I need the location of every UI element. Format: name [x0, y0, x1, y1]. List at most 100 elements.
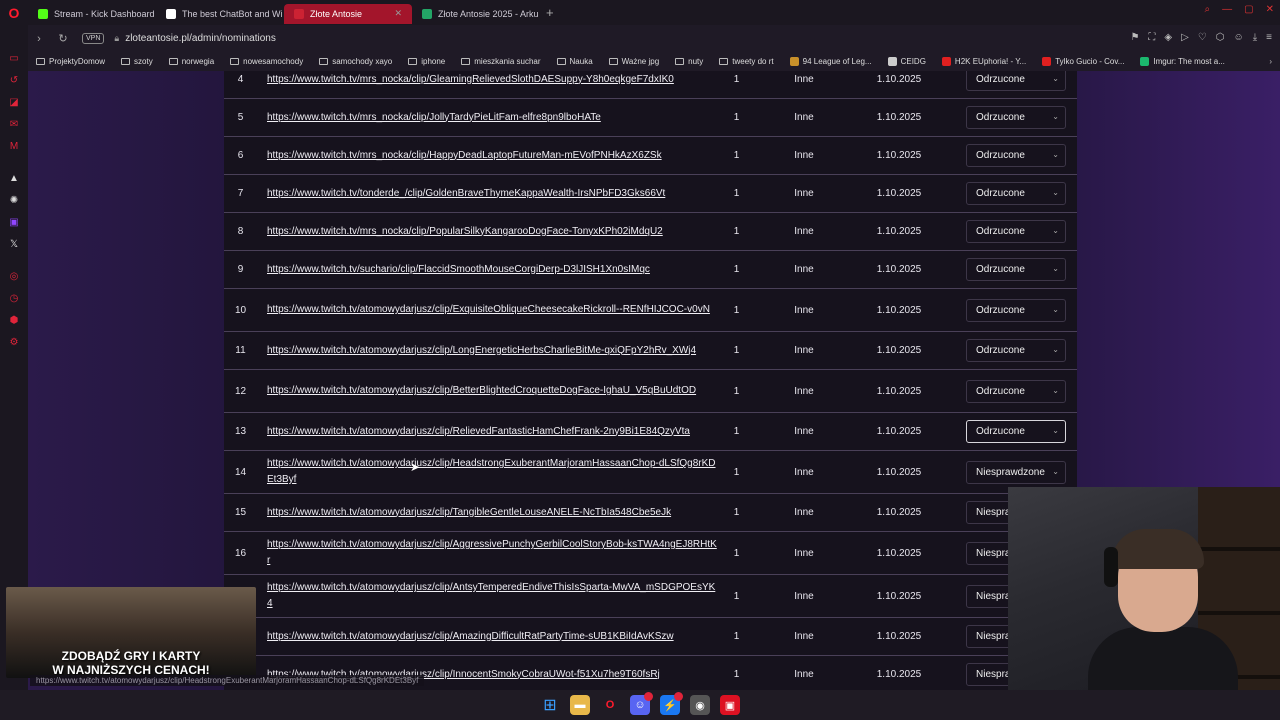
clock-icon[interactable]: ◷ — [8, 293, 20, 305]
bookmark-item[interactable]: szoty — [113, 57, 161, 66]
clip-link[interactable]: https://www.twitch.tv/mrs_nocka/clip/Gle… — [267, 72, 674, 88]
clip-link[interactable]: https://www.twitch.tv/atomowydarjusz/cli… — [267, 383, 696, 399]
app-icon[interactable]: ▣ — [720, 695, 740, 715]
profile-icon[interactable]: ☺ — [1234, 32, 1244, 43]
opera-logo-icon[interactable]: O — [0, 0, 28, 25]
clip-link[interactable]: https://www.twitch.tv/mrs_nocka/clip/Jol… — [267, 110, 601, 126]
status-select[interactable]: Niesprawdzone ⌄ — [966, 460, 1066, 484]
row-index: 14 — [234, 466, 247, 478]
shield-icon[interactable]: ◈ — [1164, 32, 1172, 43]
clip-link[interactable]: https://www.twitch.tv/atomowydarjusz/cli… — [267, 424, 690, 440]
table-row: 8 https://www.twitch.tv/mrs_nocka/clip/Po… — [224, 213, 1077, 251]
download-icon[interactable]: ⤓ — [1253, 32, 1257, 43]
history-icon[interactable]: ↺ — [8, 75, 20, 87]
play-icon[interactable]: ▷ — [1181, 32, 1189, 43]
bookmark-item[interactable]: Ważne jpg — [601, 57, 668, 66]
bookmark-item[interactable]: mieszkania suchar — [453, 57, 548, 66]
clip-link[interactable]: https://www.twitch.tv/atomowydarjusz/cli… — [267, 343, 696, 359]
bookmark-label: 94 League of Leg... — [802, 57, 872, 66]
bookmark-item[interactable]: tweety do rt — [711, 57, 781, 66]
wallet-icon[interactable]: ▭ — [8, 53, 20, 65]
clip-link[interactable]: https://www.twitch.tv/atomowydarjusz/cli… — [267, 629, 674, 645]
clip-link[interactable]: https://www.twitch.tv/atomowydarjusz/cli… — [267, 537, 717, 569]
discord-icon[interactable]: ☺ — [630, 692, 653, 715]
cube-icon[interactable]: ⬢ — [8, 315, 20, 327]
close-icon[interactable]: ✕ — [1266, 4, 1274, 15]
tab-1[interactable]: Stream - Kick Dashboard — [28, 4, 156, 24]
clip-link[interactable]: https://www.twitch.tv/atomowydarjusz/cli… — [267, 505, 671, 521]
messenger-taskbar-icon[interactable]: ⚡ — [660, 692, 683, 715]
bookmark-item[interactable]: nuty — [667, 57, 711, 66]
heart-icon[interactable]: ♡ — [1198, 32, 1207, 43]
clip-link[interactable]: https://www.twitch.tv/tonderde_/clip/Gol… — [267, 186, 665, 202]
chatgpt-icon[interactable]: ✺ — [8, 195, 20, 207]
clip-link[interactable]: https://www.twitch.tv/atomowydarjusz/cli… — [267, 302, 710, 318]
mail-icon[interactable]: M — [8, 141, 20, 153]
windows-start-icon[interactable]: ⊞ — [540, 695, 560, 715]
status-select[interactable]: Odrzucone ⌄ — [966, 258, 1066, 281]
obs-icon[interactable]: ◉ — [690, 695, 710, 715]
lock-icon[interactable]: 🔒︎ — [114, 33, 119, 44]
extensions-icon[interactable]: ⬡ — [1216, 32, 1225, 43]
maximize-icon[interactable]: ▢ — [1244, 4, 1253, 15]
bookmark-icon[interactable]: ⚑ — [1130, 32, 1139, 43]
snapshot-icon[interactable]: ⛶ — [1148, 32, 1155, 43]
status-select[interactable]: Odrzucone ⌄ — [966, 182, 1066, 205]
new-tab-button[interactable]: + — [540, 5, 560, 20]
status-select[interactable]: Odrzucone ⌄ — [966, 220, 1066, 243]
folder-icon — [675, 58, 685, 65]
bookmark-item[interactable]: samochody xayo — [311, 57, 400, 66]
clip-link-cell: https://www.twitch.tv/suchario/clip/Flac… — [267, 251, 717, 288]
bookmark-item[interactable]: Nauka — [549, 57, 601, 66]
bookmarks-more-icon[interactable]: › — [1269, 57, 1280, 66]
tab-4[interactable]: Złote Antosie 2025 - Arku — [412, 4, 540, 24]
vote-count: 1 — [733, 188, 740, 199]
clip-link[interactable]: https://www.twitch.tv/mrs_nocka/clip/Hap… — [267, 148, 662, 164]
forward-icon[interactable]: › — [30, 33, 48, 45]
bookmark-item[interactable]: nowesamochody — [222, 57, 311, 66]
search-icon[interactable]: ⌕ — [1205, 4, 1211, 15]
status-value: Odrzucone — [976, 188, 1025, 199]
messenger-icon[interactable]: ✉ — [8, 119, 20, 131]
status-select[interactable]: Odrzucone ⌄ — [966, 144, 1066, 167]
bookmark-item[interactable]: H2K EUphoria! - Y... — [934, 57, 1034, 66]
status-select[interactable]: Odrzucone ⌄ — [966, 106, 1066, 129]
status-select[interactable]: Odrzucone ⌄ — [966, 379, 1066, 403]
tab-close-icon[interactable]: ✕ — [394, 8, 402, 19]
clip-link[interactable]: https://www.twitch.tv/atomowydarjusz/cli… — [267, 456, 717, 488]
vpn-badge[interactable]: VPN — [82, 33, 105, 44]
player-icon[interactable]: ◎ — [8, 271, 20, 283]
bookmark-item[interactable]: CEIDG — [880, 57, 934, 66]
bookmark-item[interactable]: 94 League of Leg... — [782, 57, 880, 66]
tab-3[interactable]: Złote Antosie ✕ — [284, 3, 412, 24]
folder-icon — [319, 58, 329, 65]
reload-icon[interactable]: ↻ — [54, 32, 72, 45]
file-explorer-icon[interactable]: ▬ — [570, 695, 590, 715]
aria-icon[interactable]: ▲ — [8, 173, 20, 185]
minimize-icon[interactable]: — — [1222, 4, 1232, 15]
bookmark-label: tweety do rt — [732, 57, 774, 66]
status-select[interactable]: Odrzucone ⌄ — [966, 339, 1066, 362]
clip-link[interactable]: https://www.twitch.tv/mrs_nocka/clip/Pop… — [267, 224, 663, 240]
twitch-icon[interactable]: ▣ — [8, 217, 20, 229]
status-select[interactable]: Odrzucone ⌄ — [966, 71, 1066, 91]
url-field[interactable]: zloteantosie.pl/admin/nominations — [125, 33, 276, 44]
bookmark-item[interactable]: iphone — [400, 57, 453, 66]
tab-2[interactable]: The best ChatBot and Wi — [156, 4, 284, 24]
status-select[interactable]: Odrzucone ⌄ — [966, 298, 1066, 322]
bookmark-item[interactable]: Tylko Gucio - Cov... — [1034, 57, 1132, 66]
x-icon[interactable]: 𝕏 — [8, 239, 20, 251]
clip-link[interactable]: https://www.twitch.tv/suchario/clip/Flac… — [267, 262, 650, 278]
opera-taskbar-icon[interactable]: O — [600, 695, 620, 715]
ad-overlay[interactable]: ZDOBĄDŹ GRY I KARTY W NAJNIŻSZYCH CENACH… — [6, 587, 256, 678]
bookmark-item[interactable]: norwegia — [161, 57, 222, 66]
bookmark-item[interactable]: Imgur: The most a... — [1132, 57, 1232, 66]
clip-link[interactable]: https://www.twitch.tv/atomowydarjusz/cli… — [267, 580, 717, 612]
folder-icon — [461, 58, 471, 65]
bookmark-item[interactable]: ProjektyDomow — [28, 57, 113, 66]
settings-icon[interactable]: ⚙ — [8, 337, 20, 349]
menu-icon[interactable]: ≡ — [1266, 32, 1272, 43]
flow-icon[interactable]: ◪ — [8, 97, 20, 109]
clip-link-cell: https://www.twitch.tv/mrs_nocka/clip/Pop… — [267, 213, 717, 250]
status-select[interactable]: Odrzucone ⌄ — [966, 420, 1066, 443]
